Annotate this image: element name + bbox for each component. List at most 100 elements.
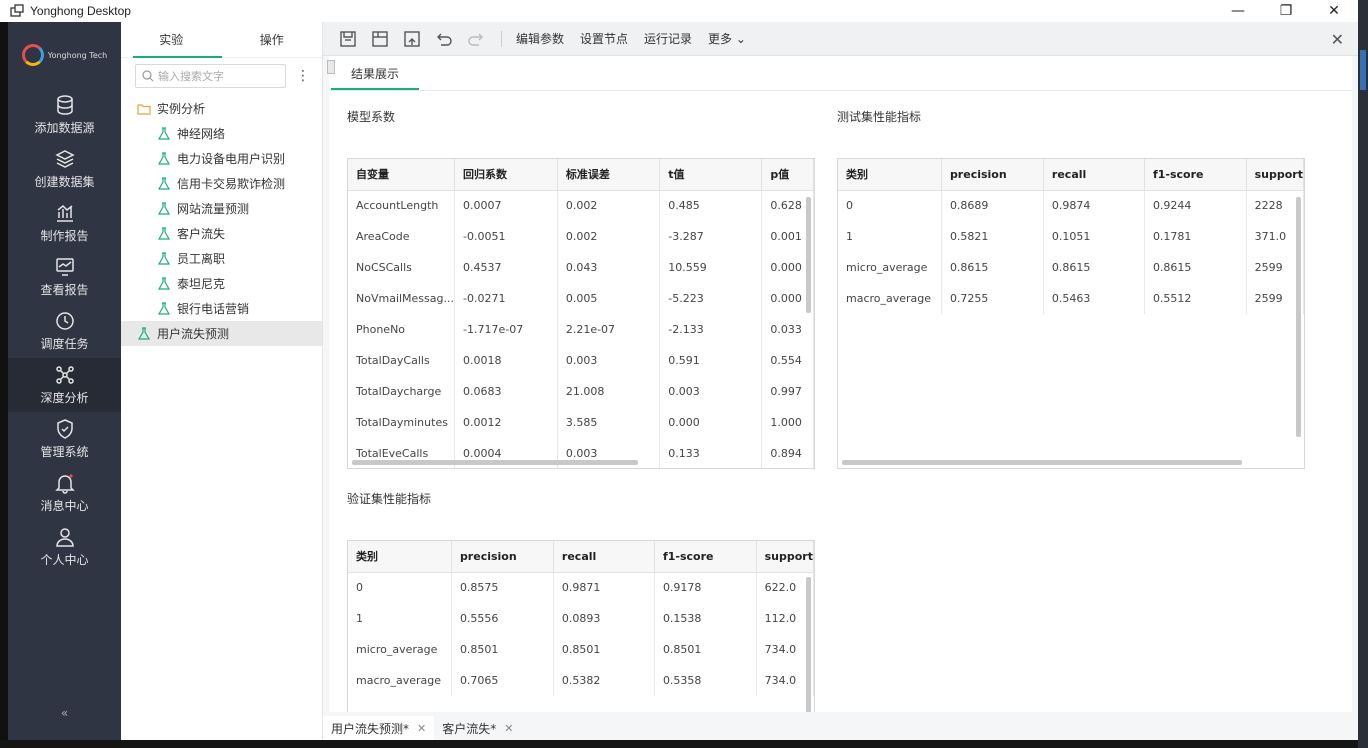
table-row[interactable]: TotalDayCalls 0.0018 0.003 0.591 0.554 [348, 345, 814, 376]
table-cell: 0.1781 [1144, 221, 1247, 252]
column-header[interactable]: recall [1043, 159, 1145, 191]
column-header[interactable]: f1-score [654, 541, 757, 573]
column-header[interactable]: 标准误差 [557, 159, 661, 191]
table-cell: 371.0 [1246, 221, 1304, 252]
nav-item-messages[interactable]: 消息中心 [8, 466, 121, 520]
column-header[interactable]: p值 [761, 159, 814, 191]
horizontal-scrollbar[interactable] [842, 460, 1242, 465]
tree-item[interactable]: 银行电话营销 [121, 296, 322, 321]
collapse-nav-button[interactable]: « [8, 706, 121, 720]
column-header[interactable]: 类别 [838, 159, 942, 191]
table-row[interactable]: NoVmailMessag... -0.0271 0.005 -5.223 0.000 [348, 283, 814, 314]
more-menu-button[interactable]: 更多 ⌄ [708, 30, 746, 47]
run-log-button[interactable]: 运行记录 [644, 30, 692, 47]
table-row[interactable]: AreaCode -0.0051 0.002 -3.287 0.001 [348, 221, 814, 252]
nav-item-add-datasource[interactable]: 添加数据源 [8, 88, 121, 142]
maximize-button[interactable]: ❐ [1262, 0, 1310, 22]
table-row[interactable]: macro_average 0.7255 0.5463 0.5512 2599 [838, 283, 1304, 314]
save-as-icon[interactable] [371, 30, 389, 48]
vertical-scrollbar[interactable] [1296, 197, 1301, 437]
nav-item-deep-analysis[interactable]: 深度分析 [8, 358, 121, 412]
nav-item-system-admin[interactable]: 管理系统 [8, 412, 121, 466]
table-row[interactable]: PhoneNo -1.717e-07 2.21e-07 -2.133 0.033 [348, 314, 814, 345]
table-cell: 2228 [1246, 190, 1304, 221]
tree-item[interactable]: 电力设备电用户识别 [121, 146, 322, 171]
save-icon[interactable] [339, 30, 357, 48]
val-metrics-title: 验证集性能指标 [347, 492, 432, 506]
close-panel-button[interactable]: ✕ [1331, 30, 1344, 49]
tree-item[interactable]: 神经网络 [121, 121, 322, 146]
table-cell: 0.7065 [451, 665, 554, 696]
more-options-button[interactable]: ⋮ [296, 68, 310, 84]
table-cell: 0.0007 [454, 190, 558, 221]
table-cell: 0.5382 [553, 665, 655, 696]
column-header[interactable]: support [1246, 159, 1304, 191]
table-cell: micro_average [348, 634, 452, 665]
column-header[interactable]: support [756, 541, 814, 573]
tree-item[interactable]: 客户流失 [121, 221, 322, 246]
export-icon[interactable] [403, 30, 421, 48]
table-row[interactable]: micro_average 0.8501 0.8501 0.8501 734.0 [348, 634, 814, 665]
table-row[interactable]: micro_average 0.8615 0.8615 0.8615 2599 [838, 252, 1304, 283]
nav-item-profile[interactable]: 个人中心 [8, 520, 121, 574]
bottom-tab-bar: 用户流失预测* ✕ 客户流失* ✕ [323, 716, 1358, 740]
table-row[interactable]: 1 0.5556 0.0893 0.1538 112.0 [348, 603, 814, 634]
table-cell: 0.5358 [654, 665, 757, 696]
bottom-tab-customer-churn[interactable]: 客户流失* ✕ [434, 716, 521, 740]
column-header[interactable]: 类别 [348, 541, 452, 573]
background-edge [1358, 0, 1368, 748]
table-cell: 622.0 [756, 572, 814, 603]
table-row[interactable]: 0 0.8689 0.9874 0.9244 2228 [838, 190, 1304, 221]
background-strip-bottom [0, 740, 1358, 748]
search-input[interactable]: 输入搜索文字 [135, 64, 286, 88]
edit-params-button[interactable]: 编辑参数 [516, 30, 564, 47]
tab-results[interactable]: 结果展示 [331, 58, 419, 90]
close-tab-icon[interactable]: ✕ [504, 722, 513, 735]
val-metrics-table: 类别 precision recall f1-score support 0 0.8575… [347, 540, 815, 712]
nav-item-make-report[interactable]: 制作报告 [8, 196, 121, 250]
vertical-scrollbar[interactable] [806, 197, 811, 313]
minimize-button[interactable]: — [1214, 0, 1262, 22]
table-row[interactable]: AccountLength 0.0007 0.002 0.485 0.628 [348, 190, 814, 221]
flask-icon [157, 251, 171, 266]
tree-item[interactable]: 网站流量预测 [121, 196, 322, 221]
column-header[interactable]: precision [451, 541, 554, 573]
close-tab-icon[interactable]: ✕ [417, 722, 426, 735]
tree-item-selected[interactable]: 用户流失预测 [121, 321, 322, 346]
vertical-scrollbar[interactable] [806, 577, 811, 712]
table-cell: 0.9874 [1043, 190, 1145, 221]
table-cell: 0.8689 [941, 190, 1044, 221]
bottom-tab-churn-prediction[interactable]: 用户流失预测* ✕ [323, 716, 435, 740]
table-row[interactable]: TotalDayminutes 0.0012 3.585 0.000 1.000 [348, 407, 814, 438]
column-header[interactable]: recall [553, 541, 655, 573]
column-header[interactable]: 自变量 [348, 159, 455, 191]
close-window-button[interactable]: ✕ [1310, 0, 1358, 22]
shield-icon [54, 418, 76, 440]
column-header[interactable]: f1-score [1144, 159, 1247, 191]
table-row[interactable]: 0 0.8575 0.9871 0.9178 622.0 [348, 572, 814, 603]
table-row[interactable]: NoCSCalls 0.4537 0.043 10.559 0.000 [348, 252, 814, 283]
redo-icon[interactable] [467, 30, 485, 48]
nav-item-schedule[interactable]: 调度任务 [8, 304, 121, 358]
tree-item[interactable]: 泰坦尼克 [121, 271, 322, 296]
column-header[interactable]: 回归系数 [454, 159, 558, 191]
table-cell: 10.559 [659, 252, 763, 283]
table-cell: 21.008 [557, 376, 661, 407]
table-cell: -3.287 [659, 221, 763, 252]
table-row[interactable]: macro_average 0.7065 0.5382 0.5358 734.0 [348, 665, 814, 696]
column-header[interactable]: precision [941, 159, 1044, 191]
tab-experiments[interactable]: 实验 [121, 22, 222, 58]
nav-item-create-dataset[interactable]: 创建数据集 [8, 142, 121, 196]
horizontal-scrollbar[interactable] [352, 460, 638, 465]
tab-operations[interactable]: 操作 [222, 22, 323, 57]
table-row[interactable]: TotalDaycharge 0.0683 21.008 0.003 0.997 [348, 376, 814, 407]
tree-folder[interactable]: 实例分析 [121, 96, 322, 121]
table-cell: 0.1051 [1043, 221, 1145, 252]
table-row[interactable]: 1 0.5821 0.1051 0.1781 371.0 [838, 221, 1304, 252]
set-node-button[interactable]: 设置节点 [580, 30, 628, 47]
column-header[interactable]: t值 [659, 159, 763, 191]
tree-item[interactable]: 信用卡交易欺诈检测 [121, 171, 322, 196]
tree-item[interactable]: 员工离职 [121, 246, 322, 271]
undo-icon[interactable] [435, 30, 453, 48]
nav-item-view-report[interactable]: 查看报告 [8, 250, 121, 304]
